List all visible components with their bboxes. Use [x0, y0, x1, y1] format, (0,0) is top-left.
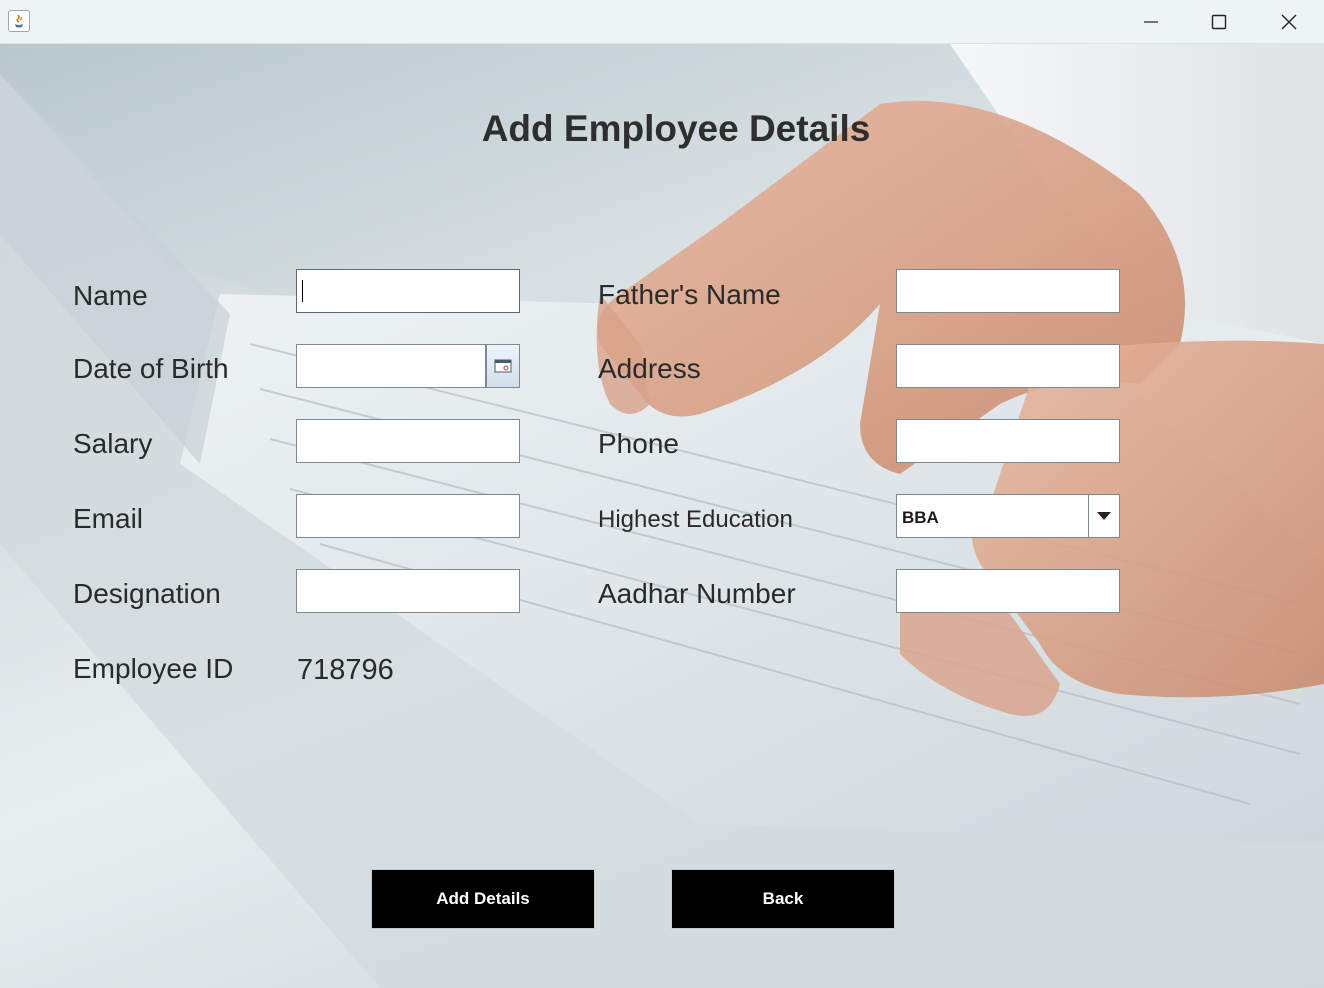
email-label: Email [73, 503, 144, 534]
calendar-icon [494, 359, 512, 373]
calendar-button[interactable] [486, 344, 520, 388]
back-button[interactable]: Back [671, 869, 895, 929]
employee-id-label: Employee ID [73, 653, 234, 684]
highest-education-value: BBA [902, 508, 939, 527]
address-label: Address [598, 353, 701, 384]
email-field[interactable] [296, 494, 520, 538]
close-icon [1281, 14, 1297, 30]
highest-education-select[interactable]: BBA [896, 494, 1120, 538]
page-title: Add Employee Details [481, 108, 871, 149]
fathers-name-label: Father's Name [598, 279, 781, 310]
form-panel: Add Employee Details Name Date of Birth … [0, 44, 1324, 988]
java-app-icon [8, 10, 30, 32]
aadhar-number-label: Aadhar Number [598, 578, 796, 609]
dob-label: Date of Birth [73, 353, 229, 384]
minimize-icon [1144, 21, 1158, 23]
phone-field[interactable] [896, 419, 1120, 463]
designation-label: Designation [73, 578, 221, 609]
salary-label: Salary [73, 428, 153, 459]
window-titlebar [0, 0, 1324, 44]
name-label: Name [73, 280, 148, 311]
address-field[interactable] [896, 344, 1120, 388]
aadhar-number-field[interactable] [896, 569, 1120, 613]
maximize-button[interactable] [1184, 0, 1254, 44]
maximize-icon [1211, 14, 1227, 30]
dob-field[interactable] [296, 344, 486, 388]
salary-field[interactable] [296, 419, 520, 463]
close-button[interactable] [1254, 0, 1324, 44]
designation-field[interactable] [296, 569, 520, 613]
minimize-button[interactable] [1116, 0, 1186, 44]
fathers-name-field[interactable] [896, 269, 1120, 313]
dropdown-arrow-button[interactable] [1088, 495, 1119, 537]
phone-label: Phone [598, 428, 679, 459]
employee-id-value: 718796 [297, 654, 394, 686]
name-field[interactable] [296, 269, 520, 313]
text-cursor [302, 280, 303, 302]
highest-education-label: Highest Education [598, 506, 793, 533]
dob-date-picker[interactable] [296, 344, 520, 388]
add-details-button[interactable]: Add Details [371, 869, 595, 929]
chevron-down-icon [1097, 512, 1111, 520]
